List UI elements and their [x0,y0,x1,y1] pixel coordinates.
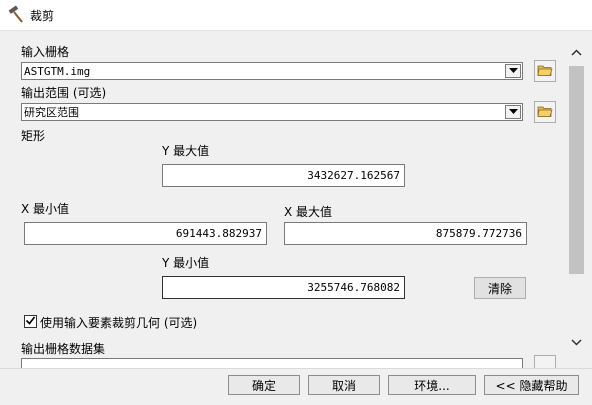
x-min-label: X 最小值 [21,202,70,216]
title-bar: 裁剪 [0,0,592,30]
hammer-icon [6,5,26,25]
output-raster-input[interactable] [21,358,523,368]
cancel-button[interactable]: 取消 [308,375,380,395]
output-extent-value: 研究区范围 [24,106,79,119]
chevron-down-icon[interactable] [505,105,521,119]
dialog-footer: 确定 取消 环境... << 隐藏帮助 [0,368,592,405]
y-min-label: Y 最小值 [162,256,210,270]
scroll-thumb[interactable] [569,66,584,274]
output-extent-combo[interactable]: 研究区范围 [21,103,523,121]
clear-button[interactable]: 清除 [474,277,526,299]
browse-input-raster-button[interactable] [534,60,556,82]
x-max-input[interactable]: 875879.772736 [284,222,527,245]
chevron-down-icon [571,335,582,349]
vertical-scrollbar[interactable] [567,31,586,368]
browse-output-raster-button[interactable] [534,355,556,368]
scroll-down-button[interactable] [567,333,586,351]
y-max-label: Y 最大值 [162,144,210,158]
tool-dialog-content: 输入栅格 ASTGTM.img 输出范围 (可选) 研究区范围 矩形 Y 最大值… [0,30,592,368]
y-max-input[interactable]: 3432627.162567 [162,164,405,187]
input-raster-value: ASTGTM.img [24,64,91,78]
scroll-up-button[interactable] [567,43,586,61]
checkmark-icon [25,315,36,329]
y-min-input[interactable]: 3255746.768082 [162,276,405,299]
environments-button[interactable]: 环境... [388,375,476,395]
output-raster-label: 输出栅格数据集 [21,342,106,356]
chevron-down-icon[interactable] [505,64,521,78]
browse-output-extent-button[interactable] [534,101,556,123]
use-input-features-checkbox[interactable] [24,315,37,328]
x-max-label: X 最大值 [284,205,333,219]
folder-icon [537,104,553,121]
input-raster-label: 输入栅格 [21,45,70,59]
use-input-features-label: 使用输入要素裁剪几何 (可选) [40,316,198,330]
window-title: 裁剪 [30,8,55,23]
rectangle-label: 矩形 [21,129,46,143]
input-raster-combo[interactable]: ASTGTM.img [21,62,523,80]
output-extent-label: 输出范围 (可选) [21,86,107,100]
folder-icon [537,63,553,80]
x-min-input[interactable]: 691443.882937 [24,222,267,245]
ok-button[interactable]: 确定 [228,375,300,395]
hide-help-button[interactable]: << 隐藏帮助 [484,375,579,395]
chevron-up-icon [571,45,582,59]
